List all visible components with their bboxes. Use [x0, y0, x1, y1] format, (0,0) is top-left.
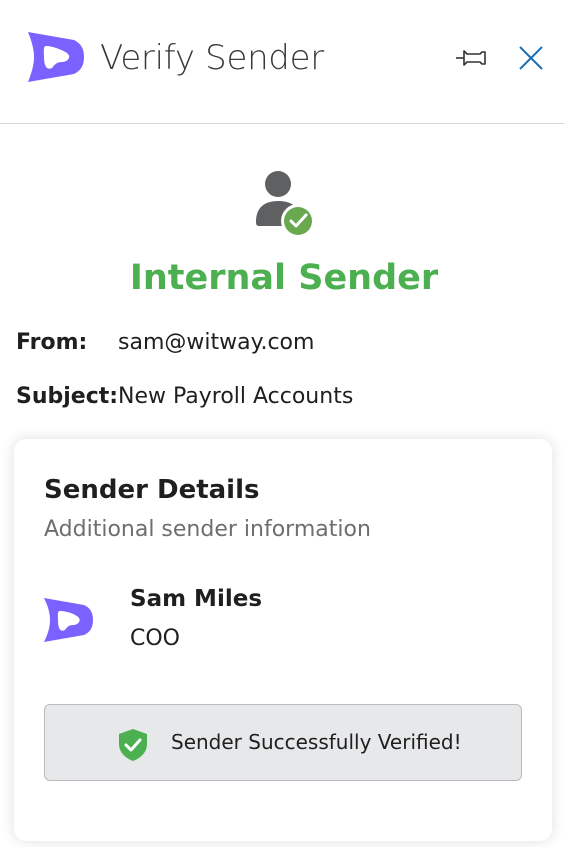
header: Verify Sender [0, 0, 564, 124]
sender-details-card: Sender Details Additional sender informa… [14, 439, 552, 841]
shield-check-icon [119, 729, 147, 761]
card-title: Sender Details [44, 475, 260, 505]
main-panel: Internal Sender From: sam@witway.com Sub… [0, 124, 564, 847]
app-title: Verify Sender [100, 38, 324, 78]
subject-value: New Payroll Accounts [118, 384, 354, 409]
verified-banner: Sender Successfully Verified! [44, 704, 522, 781]
card-subtitle: Additional sender information [44, 517, 371, 542]
verified-text: Sender Successfully Verified! [171, 730, 462, 754]
from-value: sam@witway.com [118, 330, 315, 355]
pin-icon[interactable] [454, 44, 488, 72]
from-label: From: [16, 330, 88, 355]
subject-label: Subject: [16, 384, 119, 409]
sender-logo-icon [44, 598, 93, 642]
user-check-icon [256, 171, 315, 238]
close-icon[interactable] [516, 43, 546, 73]
witway-logo-icon [28, 32, 84, 82]
sender-name: Sam Miles [130, 586, 263, 612]
sender-role: COO [130, 626, 180, 651]
status-title: Internal Sender [129, 258, 439, 298]
